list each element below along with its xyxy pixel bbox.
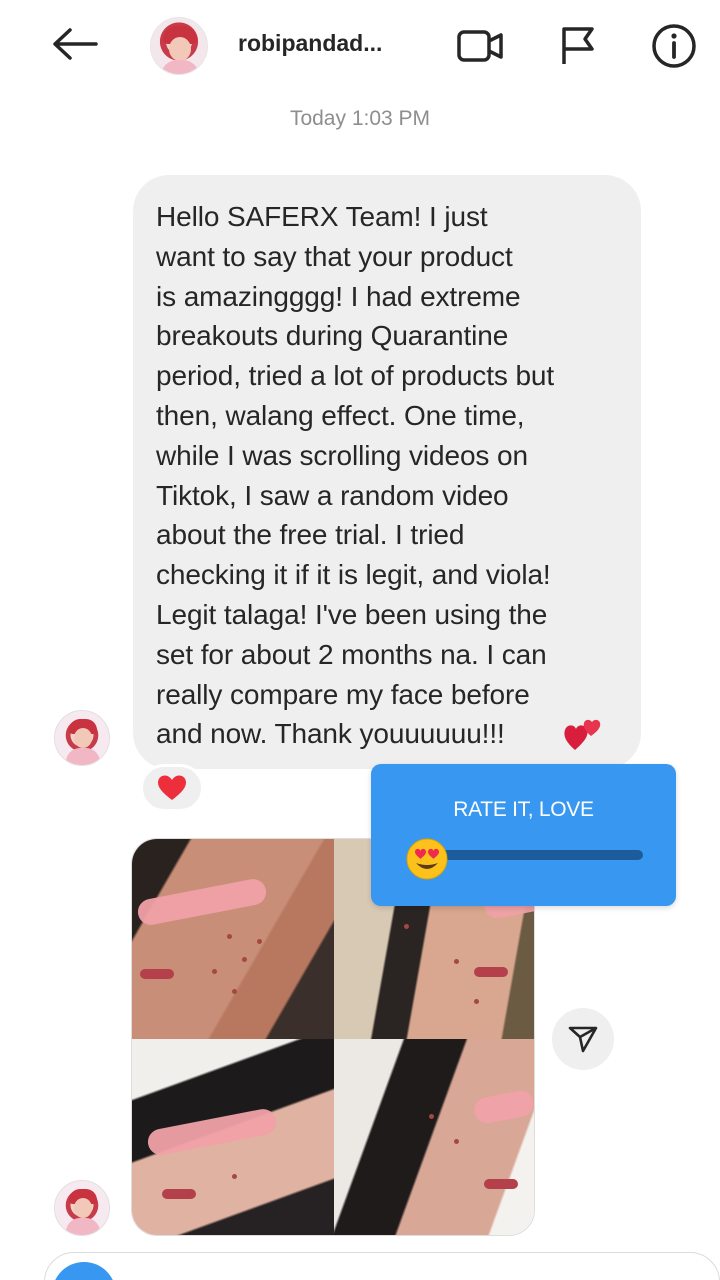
message-timestamp: Today 1:03 PM [289, 107, 431, 130]
censor-bar [135, 876, 269, 928]
back-button[interactable] [50, 24, 100, 64]
username[interactable]: robipandad... [238, 30, 382, 57]
sender-avatar[interactable] [54, 1180, 110, 1236]
message-composer[interactable] [44, 1252, 720, 1280]
video-call-icon [457, 30, 503, 62]
censor-bar [145, 1106, 279, 1158]
photo-after-1[interactable] [132, 1039, 334, 1235]
info-button[interactable] [650, 22, 698, 70]
share-button[interactable] [552, 1008, 614, 1070]
message-bubble[interactable]: Hello SAFERX Team! I just want to say th… [133, 175, 641, 769]
paper-plane-icon [568, 1026, 598, 1053]
profile-avatar[interactable] [150, 17, 208, 75]
info-icon [652, 24, 696, 68]
sender-avatar[interactable] [54, 710, 110, 766]
sticker-question: RATE IT, LOVE [453, 798, 594, 821]
heart-eyes-emoji-icon[interactable] [405, 837, 449, 881]
video-call-button[interactable] [456, 22, 504, 70]
flag-icon [562, 27, 594, 64]
two-hearts-icon [564, 719, 601, 750]
photo-after-2[interactable] [334, 1039, 534, 1235]
conversation-header: robipandad... [0, 0, 720, 92]
heart-icon [158, 775, 186, 800]
photo-before-1[interactable] [132, 839, 334, 1039]
censor-bar [472, 1088, 534, 1126]
reaction-badge[interactable] [140, 764, 204, 812]
report-button[interactable] [554, 22, 602, 70]
emoji-slider-sticker[interactable]: RATE IT, LOVE [371, 764, 676, 906]
message-text: Hello SAFERX Team! I just want to say th… [156, 201, 555, 750]
back-arrow-icon [53, 28, 98, 60]
